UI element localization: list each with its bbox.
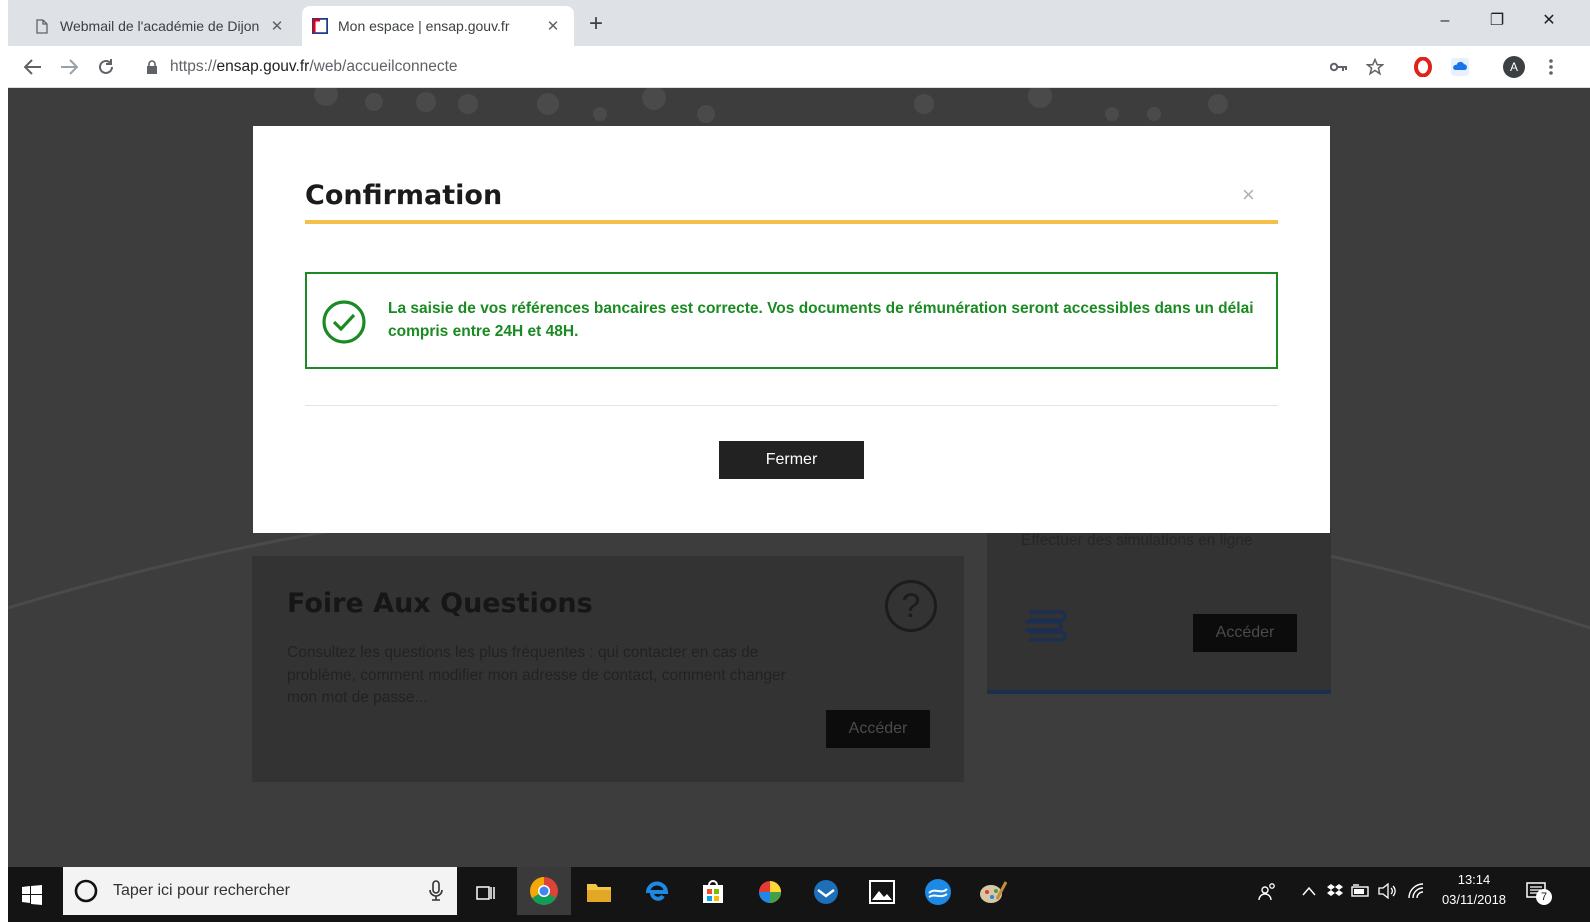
tab-title: Mon espace | ensap.gouv.fr <box>338 18 510 34</box>
browser-toolbar: https://ensap.gouv.fr/web/accueilconnect… <box>8 46 1590 88</box>
close-modal-button[interactable]: Fermer <box>719 441 864 479</box>
clock-date: 03/11/2018 <box>1441 892 1507 907</box>
tab-close-button[interactable]: ✕ <box>266 17 288 35</box>
document-icon <box>34 18 50 34</box>
question-icon: ? <box>885 580 937 632</box>
star-icon[interactable] <box>1364 56 1386 78</box>
arrow-right-icon <box>61 59 78 75</box>
url-host: ensap.gouv.fr <box>216 58 310 75</box>
edge-icon[interactable] <box>642 877 672 907</box>
browser-window: Webmail de l'académie de Dijon ✕ Mon esp… <box>8 0 1590 922</box>
color-app-icon[interactable] <box>755 877 785 907</box>
reload-icon <box>99 59 113 74</box>
notification-count-badge: 7 <box>1536 889 1552 905</box>
avatar[interactable]: A <box>1502 55 1526 79</box>
back-button[interactable] <box>19 53 47 81</box>
clock[interactable]: 13:14 03/11/2018 <box>1434 868 1514 912</box>
search-placeholder: Taper ici pour rechercher <box>113 882 290 899</box>
avatar-initial: A <box>1509 60 1518 74</box>
chrome-taskbar-icon[interactable] <box>517 867 571 915</box>
dropbox-icon[interactable] <box>1324 879 1346 903</box>
cloud-extension-icon[interactable] <box>1449 56 1471 78</box>
tab-title: Webmail de l'académie de Dijon <box>60 18 260 34</box>
store-icon[interactable] <box>698 877 728 907</box>
url-scheme: https:// <box>170 58 217 75</box>
cortana-icon <box>74 879 98 903</box>
taskbar-search[interactable]: Taper ici pour rechercher <box>63 867 457 915</box>
divider <box>305 405 1278 406</box>
modal-title: Confirmation <box>305 180 503 211</box>
forward-button[interactable] <box>55 53 83 81</box>
books-icon <box>1025 610 1067 642</box>
check-circle-icon <box>322 300 366 344</box>
page-content: Foire Aux Questions ? Consultez les ques… <box>8 88 1590 867</box>
paint-icon[interactable] <box>978 877 1008 907</box>
task-view-icon[interactable] <box>472 879 500 907</box>
clock-time: 13:14 <box>1457 872 1491 887</box>
faq-access-button[interactable]: Accéder <box>826 710 930 748</box>
address-bar[interactable]: https://ensap.gouv.fr/web/accueilconnect… <box>134 52 1314 82</box>
arrow-left-icon <box>24 59 41 75</box>
new-tab-button[interactable]: + <box>582 10 610 38</box>
wifi-icon[interactable] <box>1404 879 1428 903</box>
reload-button[interactable] <box>92 53 120 81</box>
url-path: /web/accueilconnecte <box>309 58 458 75</box>
key-icon[interactable] <box>1328 56 1350 78</box>
simulation-card: Effectuer des simulations en ligne Accéd… <box>987 528 1331 694</box>
volume-icon[interactable] <box>1376 879 1400 903</box>
faq-card: Foire Aux Questions ? Consultez les ques… <box>252 556 964 782</box>
faq-title: Foire Aux Questions <box>287 588 593 619</box>
messaging-app-icon[interactable] <box>923 877 953 907</box>
minimize-button[interactable]: – <box>1422 6 1468 36</box>
photos-icon[interactable] <box>867 877 897 907</box>
lock-icon <box>146 60 158 74</box>
chevron-up-icon[interactable] <box>1298 879 1320 903</box>
taskbar: Taper ici pour rechercher 13:14 03/11/20… <box>8 867 1590 922</box>
simulation-description: Effectuer des simulations en ligne <box>1021 532 1253 549</box>
maximize-button[interactable]: ❐ <box>1474 6 1520 36</box>
faq-description: Consultez les questions les plus fréquen… <box>287 644 786 706</box>
ensap-favicon-icon <box>312 18 328 34</box>
opera-extension-icon[interactable] <box>1412 56 1434 78</box>
tab-strip: Webmail de l'académie de Dijon ✕ Mon esp… <box>8 0 1590 46</box>
menu-icon[interactable] <box>1540 56 1562 78</box>
tab-close-button[interactable]: ✕ <box>542 17 564 35</box>
notifications-icon[interactable]: 7 <box>1522 877 1552 907</box>
title-underline <box>305 220 1278 224</box>
confirmation-modal: Confirmation × La saisie de vos référenc… <box>253 126 1330 533</box>
window-close-button[interactable]: ✕ <box>1526 6 1572 36</box>
modal-close-button[interactable]: × <box>1242 182 1255 208</box>
people-icon[interactable] <box>1256 879 1280 903</box>
tab-webmail[interactable]: Webmail de l'académie de Dijon ✕ <box>22 6 298 46</box>
tab-ensap[interactable]: Mon espace | ensap.gouv.fr ✕ <box>302 6 574 46</box>
success-message: La saisie de vos références bancaires es… <box>388 300 1254 340</box>
windows-start-icon[interactable] <box>18 881 46 909</box>
success-alert: La saisie de vos références bancaires es… <box>305 272 1278 369</box>
file-explorer-icon[interactable] <box>584 877 614 907</box>
simulation-access-button[interactable]: Accéder <box>1193 614 1297 652</box>
mail-app-icon[interactable] <box>811 877 841 907</box>
microphone-icon[interactable] <box>429 880 443 902</box>
battery-icon[interactable] <box>1350 879 1372 903</box>
